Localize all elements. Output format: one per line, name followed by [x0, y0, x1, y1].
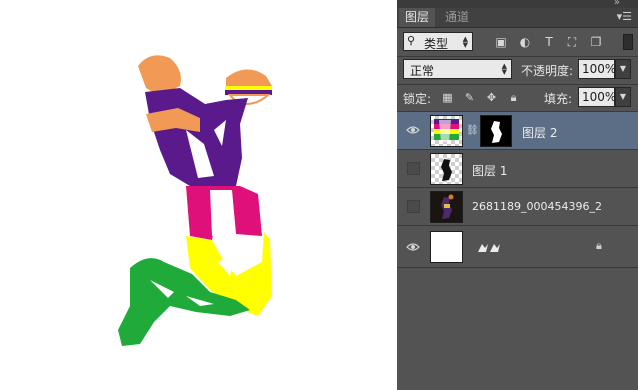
- panel-menu-icon[interactable]: ▾☰: [617, 11, 632, 23]
- opacity-dropdown-button[interactable]: ▼: [615, 59, 631, 79]
- visibility-toggle-box[interactable]: [407, 200, 420, 213]
- layer-row-background[interactable]: 🔒︎: [397, 226, 638, 268]
- blend-mode-select[interactable]: 正常 ▲ ▼: [403, 59, 512, 79]
- panel-title-bar: »: [397, 0, 638, 8]
- filter-kind-label: 类型: [424, 37, 449, 51]
- layer-name[interactable]: 图层 2: [522, 124, 557, 141]
- layer-thumbnail[interactable]: [430, 153, 463, 185]
- type-filter-icon[interactable]: T: [542, 35, 556, 49]
- blend-mode-value: 正常: [410, 64, 435, 78]
- panel-tabs: 图层 通道 ▾☰: [397, 8, 638, 28]
- fill-dropdown-button[interactable]: ▼: [615, 87, 631, 107]
- layer-name[interactable]: 图层 1: [472, 162, 507, 179]
- visibility-toggle-box[interactable]: [407, 162, 420, 175]
- effects-icon: [478, 244, 500, 252]
- divider: [397, 56, 638, 57]
- fill-label: 填充:: [544, 92, 573, 106]
- lock-icon: 🔒︎: [596, 239, 602, 252]
- basketball-graphic: [225, 69, 272, 106]
- mask-silhouette: [491, 121, 502, 143]
- opacity-value: 100%: [582, 62, 617, 76]
- tab-channels[interactable]: 通道: [439, 8, 475, 27]
- smart-object-filter-icon[interactable]: ❐: [589, 35, 603, 49]
- layer-thumbnail[interactable]: [430, 115, 463, 147]
- tab-layers[interactable]: 图层: [399, 8, 436, 27]
- search-icon: ⚲: [407, 34, 416, 47]
- lock-move-icon[interactable]: ✥: [485, 91, 498, 104]
- filter-toggle-switch[interactable]: [623, 34, 633, 50]
- layer-name[interactable]: 2681189_000454396_2: [472, 200, 602, 213]
- photo-thumbnail-art: [441, 194, 454, 219]
- image-filter-icon[interactable]: ▣: [494, 35, 508, 49]
- basketball-player-artwork: [118, 55, 272, 346]
- layer-row-layer2[interactable]: ⛓ 图层 2: [397, 112, 638, 150]
- fill-value: 100%: [582, 90, 617, 104]
- double-chevron-right-icon[interactable]: »: [614, 0, 620, 8]
- lock-label: 锁定:: [403, 92, 432, 106]
- document-canvas[interactable]: [0, 0, 397, 390]
- opacity-label: 不透明度:: [521, 64, 574, 78]
- lock-paint-icon[interactable]: ✎: [463, 91, 476, 104]
- lock-transparent-icon[interactable]: ▦: [441, 91, 454, 104]
- lock-all-icon[interactable]: 🔒︎: [507, 91, 520, 104]
- layer-mask-thumbnail[interactable]: [480, 115, 512, 147]
- updown-arrows-icon: ▲ ▼: [501, 62, 507, 76]
- layer-thumbnail[interactable]: [430, 191, 463, 223]
- layer-row-photo[interactable]: 2681189_000454396_2: [397, 188, 638, 226]
- layer-row-layer1[interactable]: 图层 1: [397, 150, 638, 188]
- link-chain-icon[interactable]: ⛓: [466, 125, 479, 136]
- layer-kind-filter-select[interactable]: ⚲ 类型 ▲ ▼: [403, 32, 473, 51]
- shape-filter-icon[interactable]: ⛶: [565, 35, 579, 49]
- opacity-input[interactable]: 100%: [578, 59, 617, 79]
- fill-input[interactable]: 100%: [578, 87, 617, 107]
- eye-icon[interactable]: [406, 241, 420, 253]
- divider: [397, 84, 638, 85]
- layer-thumbnail-art: [441, 159, 452, 181]
- eye-icon[interactable]: [406, 124, 420, 136]
- layer-thumbnail-art: [434, 119, 459, 142]
- updown-arrows-icon: ▲ ▼: [462, 35, 468, 49]
- adjustment-filter-icon[interactable]: ◐: [518, 35, 532, 49]
- layer-thumbnail[interactable]: [430, 231, 463, 263]
- layers-panel: » 图层 通道 ▾☰ ⚲ 类型 ▲ ▼ ▣ ◐ T ⛶ ❐ 正常 ▲ ▼ 不透明度:…: [397, 0, 638, 390]
